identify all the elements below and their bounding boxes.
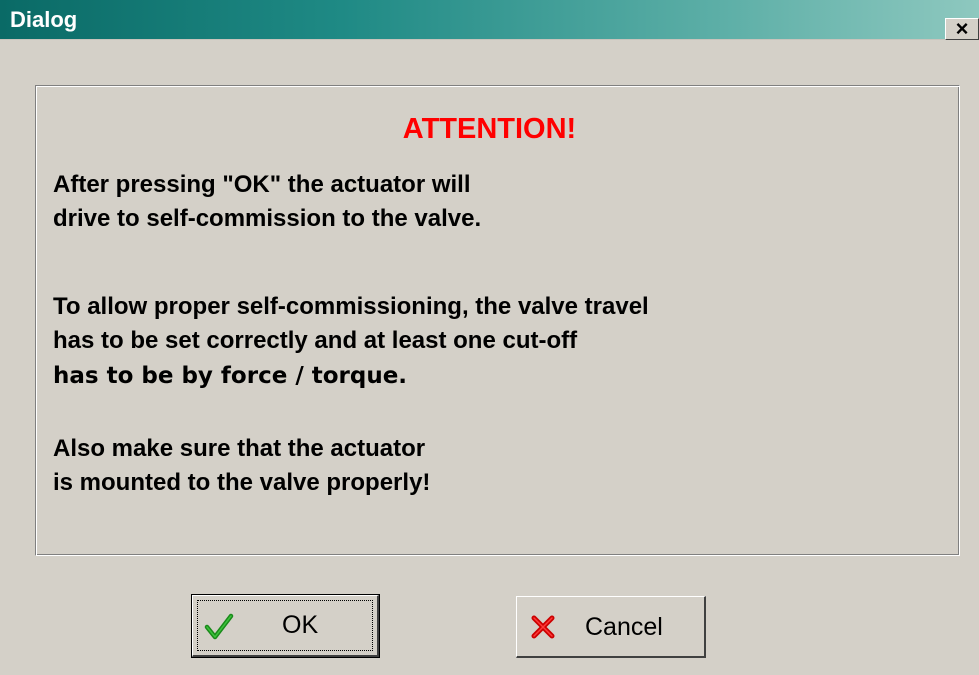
ok-button[interactable]: OK	[191, 594, 380, 658]
cancel-button-label: Cancel	[585, 613, 663, 641]
ok-button-label: OK	[282, 611, 319, 639]
attention-heading: ATTENTION!	[402, 113, 577, 145]
cancel-button[interactable]: Cancel	[516, 596, 706, 658]
message-line-6: Also make sure that the actuator	[53, 435, 426, 462]
message-line-2: drive to self-commission to the valve.	[53, 205, 482, 232]
window-title: Dialog	[10, 7, 78, 32]
message-line-5: has to be by force / torque.	[53, 363, 408, 389]
message-line-1: After pressing "OK" the actuator will	[53, 171, 471, 198]
message-line-3: To allow proper self-commissioning, the …	[53, 293, 649, 320]
check-icon	[204, 613, 234, 640]
dialog-window: Dialog × ATTENTION! After pressing "OK" …	[0, 0, 979, 675]
close-icon: ×	[955, 18, 969, 40]
close-button[interactable]: ×	[945, 18, 979, 40]
message-line-4: has to be set correctly and at least one…	[53, 327, 578, 354]
title-bar[interactable]: Dialog ×	[0, 0, 979, 40]
message-line-7: is mounted to the valve properly!	[53, 469, 431, 496]
cross-icon	[531, 615, 555, 639]
